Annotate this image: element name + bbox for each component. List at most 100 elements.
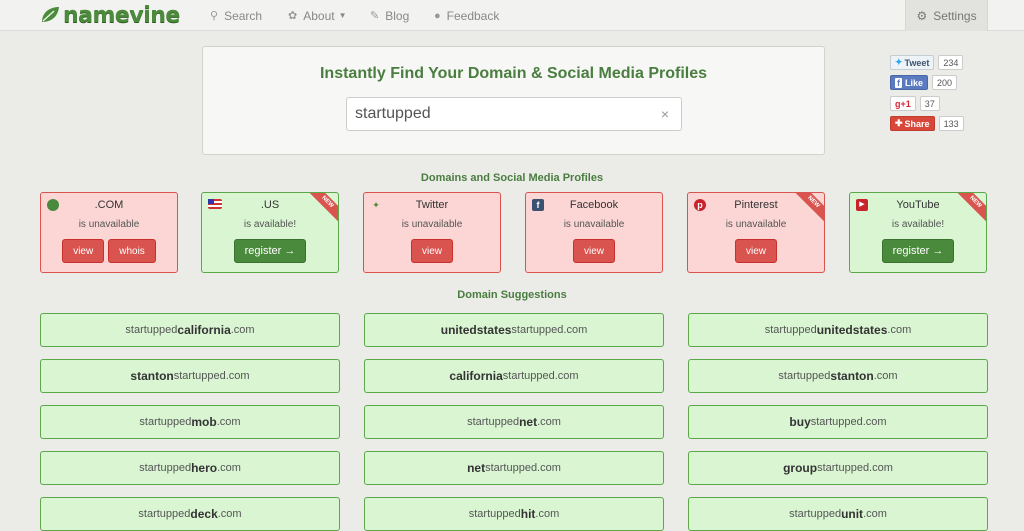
share-button[interactable]: ✚ Share: [890, 116, 935, 131]
profile-card-us: NEW .US is available! register →: [201, 192, 339, 273]
suggestion-keyword: stanton: [830, 369, 874, 383]
profile-card-pinterest: p NEW Pinterest is unavailable view: [687, 192, 825, 273]
profile-card-youtube: ▶ NEW YouTube is available! register →: [849, 192, 987, 273]
profile-status: is available!: [243, 219, 297, 230]
suggestion-prefix: startupped: [138, 508, 191, 520]
suggestion-keyword: california: [449, 369, 503, 383]
comment-icon: ●: [434, 9, 441, 22]
view-button[interactable]: view: [572, 239, 615, 263]
register-button[interactable]: register →: [881, 239, 955, 263]
domain-suggestion[interactable]: startupped mob .com: [40, 405, 340, 439]
whois-button[interactable]: whois: [108, 239, 156, 263]
suggestion-suffix: startupped.com: [502, 370, 579, 382]
nav-blog-label: Blog: [385, 8, 410, 23]
nav-blog[interactable]: ✎ Blog: [370, 0, 409, 31]
leaf-icon: ✿: [288, 10, 298, 22]
gplus-button[interactable]: g+1: [890, 96, 916, 111]
facebook-like: f Like 200: [890, 74, 958, 91]
profile-status: is available!: [891, 219, 945, 230]
suggestion-keyword: california: [177, 323, 231, 337]
nav-feedback[interactable]: ● Feedback: [434, 0, 499, 31]
domain-suggestion[interactable]: net startupped.com: [364, 451, 664, 485]
domain-suggestion[interactable]: california startupped.com: [364, 359, 664, 393]
suggestion-suffix: .com: [887, 324, 912, 336]
view-button[interactable]: view: [62, 239, 105, 263]
share-label: Share: [904, 118, 930, 129]
suggestion-suffix: startupped.com: [511, 324, 588, 336]
profile-name: .COM: [94, 199, 124, 211]
chevron-down-icon: ▼: [338, 11, 347, 20]
domain-suggestion[interactable]: startupped hero .com: [40, 451, 340, 485]
suggestion-keyword: net: [467, 461, 486, 475]
profiles-section-title: Domains and Social Media Profiles: [420, 172, 604, 184]
like-button[interactable]: f Like: [890, 75, 929, 90]
domain-suggestion[interactable]: startupped unitedstates .com: [688, 313, 988, 347]
domain-suggestion[interactable]: buy startupped.com: [688, 405, 988, 439]
tweet-label: Tweet: [904, 57, 930, 68]
domain-suggestion[interactable]: startupped unit .com: [688, 497, 988, 531]
facebook-icon: f: [895, 77, 902, 88]
suggestion-keyword: net: [519, 415, 538, 429]
suggestion-suffix: .com: [216, 416, 241, 428]
view-button[interactable]: view: [734, 239, 777, 263]
tweet-button[interactable]: ✦ Tweet: [890, 55, 935, 70]
suggestion-keyword: unit: [841, 507, 864, 521]
domain-suggestion[interactable]: startupped california .com: [40, 313, 340, 347]
suggestion-prefix: startupped: [139, 416, 192, 428]
nav-feedback-label: Feedback: [446, 8, 500, 23]
domain-suggestion[interactable]: stanton startupped.com: [40, 359, 340, 393]
suggestion-keyword: mob: [191, 415, 217, 429]
suggestion-keyword: buy: [789, 415, 811, 429]
register-button[interactable]: register →: [233, 239, 307, 263]
logo-text: namevine: [63, 2, 180, 28]
suggestion-prefix: startupped: [468, 508, 521, 520]
domain-suggestion[interactable]: group startupped.com: [688, 451, 988, 485]
domain-suggestion[interactable]: startupped stanton .com: [688, 359, 988, 393]
profile-name: Pinterest: [734, 199, 778, 211]
suggestion-prefix: startupped: [764, 324, 817, 336]
suggestion-suffix: startupped.com: [817, 462, 893, 474]
suggestion-prefix: startupped: [778, 370, 831, 382]
gplus-count: 37: [919, 96, 940, 111]
gplus-share: g+1 37: [890, 95, 940, 112]
profile-card-com: .COM is unavailable view whois: [40, 192, 178, 273]
twitter-bird-icon: ✦: [895, 57, 903, 67]
suggestion-keyword: hero: [191, 461, 218, 475]
suggestion-prefix: startupped: [789, 508, 842, 520]
nav-search[interactable]: ⚲ Search: [210, 0, 262, 31]
nav-about[interactable]: ✿ About ▼: [288, 0, 347, 31]
addthis-share: ✚ Share 133: [890, 115, 964, 132]
close-icon[interactable]: ×: [661, 106, 669, 122]
suggestion-keyword: stanton: [130, 369, 174, 383]
search-icon: ⚲: [210, 10, 219, 22]
suggestions-section-title: Domain Suggestions: [457, 289, 567, 301]
share-count: 133: [938, 116, 964, 131]
domain-suggestion[interactable]: startupped hit .com: [364, 497, 664, 531]
suggestion-suffix: .com: [217, 508, 242, 520]
search-box[interactable]: ×: [346, 97, 682, 131]
nav-about-label: About: [303, 8, 335, 23]
profile-status: is unavailable: [725, 219, 787, 230]
like-count: 200: [932, 75, 958, 90]
like-label: Like: [905, 77, 924, 88]
gplus-label: g+1: [895, 98, 911, 109]
tweet-count: 234: [938, 55, 964, 70]
profile-name: .US: [260, 199, 280, 211]
domain-suggestion[interactable]: startupped deck .com: [40, 497, 340, 531]
domain-suggestion[interactable]: unitedstates startupped.com: [364, 313, 664, 347]
search-title: Instantly Find Your Domain & Social Medi…: [319, 65, 708, 82]
suggestion-keyword: unitedstates: [816, 323, 888, 337]
nav-settings-label: Settings: [933, 8, 977, 23]
suggestion-suffix: startupped.com: [485, 462, 561, 474]
logo[interactable]: namevine: [40, 2, 180, 28]
suggestion-prefix: startupped: [467, 416, 520, 428]
leaf-logo-icon: [42, 7, 59, 22]
suggestion-keyword: deck: [190, 507, 218, 521]
nav-settings[interactable]: ⚙ Settings: [905, 0, 988, 31]
search-input[interactable]: [353, 103, 643, 125]
suggestion-suffix: .com: [230, 324, 255, 336]
view-button[interactable]: view: [410, 239, 453, 263]
gear-icon: ⚙: [916, 8, 928, 23]
profile-name: Facebook: [569, 199, 619, 211]
domain-suggestion[interactable]: startupped net .com: [364, 405, 664, 439]
